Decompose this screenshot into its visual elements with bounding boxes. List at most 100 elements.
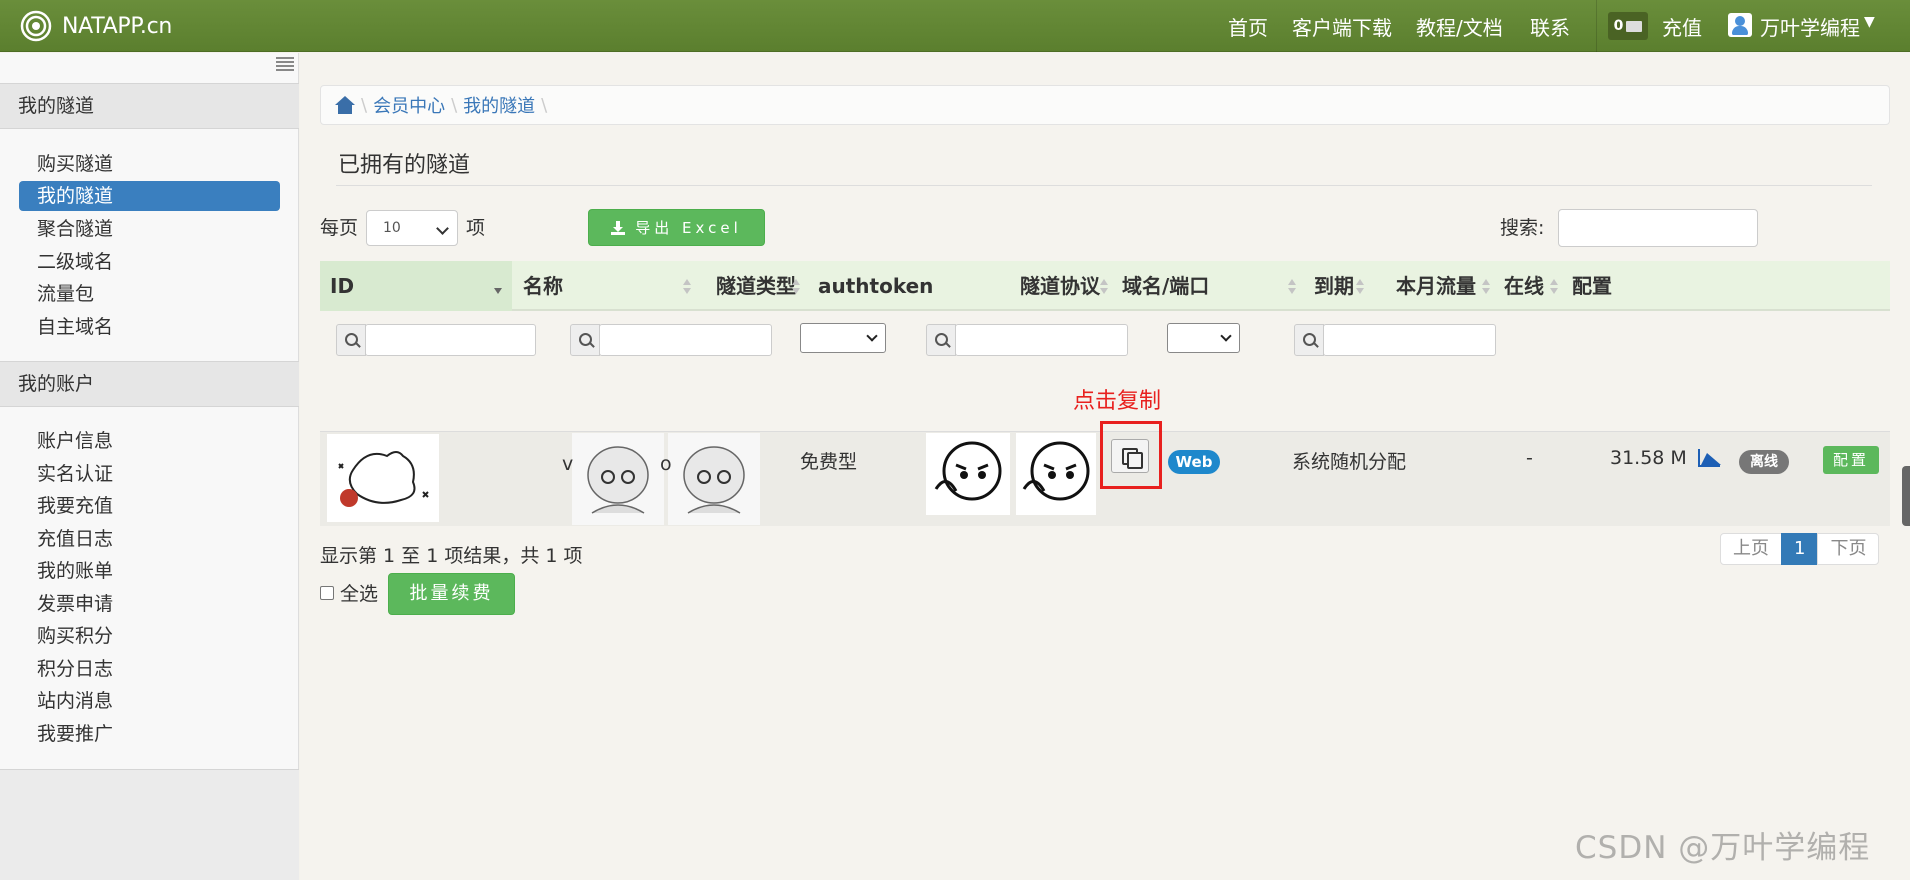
per-page-select[interactable]: 10 [366,210,458,246]
traffic-cell: 31.58 M [1610,447,1687,469]
sticker-image-name-left [572,433,664,525]
column-traffic[interactable]: 本月流量 [1386,261,1494,311]
breadcrumb-my-tunnels[interactable]: 我的隧道 [463,92,535,118]
message-count: 0 [1613,18,1624,34]
sidebar-item-verification[interactable]: 实名认证 [19,459,280,489]
sidebar-item-subdomain[interactable]: 二级域名 [19,247,280,277]
breadcrumb-separator: \ [541,94,548,116]
nav-docs[interactable]: 教程/文档 [1416,12,1503,41]
sidebar-item-buy-points[interactable]: 购买积分 [19,621,280,651]
config-button[interactable]: 配置 [1823,446,1879,474]
column-traffic-label: 本月流量 [1396,274,1476,298]
column-expire[interactable]: 到期 [1304,261,1370,311]
nav-recharge[interactable]: 充值 [1662,12,1702,41]
column-authtoken-label: authtoken [818,274,934,298]
sticker-cat-rose-icon [338,451,429,507]
sidebar-item-messages[interactable]: 站内消息 [19,686,280,716]
sort-desc-icon [494,279,502,295]
filter-name-input[interactable] [599,324,772,356]
search-icon [336,324,366,356]
user-menu[interactable]: 万叶学编程 [1760,12,1860,41]
nav-home[interactable]: 首页 [1228,12,1268,41]
sticker-meme-face-icon [934,441,1002,501]
sidebar-section-tunnels[interactable]: 我的隧道 [0,83,299,129]
table-header: ID 名称 隧道类型 authtoken 隧道协议 域名/端口 到期 本月流量 [320,261,1890,311]
caret-down-icon[interactable]: ▼ [1864,14,1875,30]
sidebar-item-my-tunnels[interactable]: 我的隧道 [19,181,280,211]
sidebar-item-buy-tunnel[interactable]: 购买隧道 [19,149,280,179]
per-page-label: 每页 [320,217,359,239]
page-1-button[interactable]: 1 [1781,533,1819,565]
sidebar-item-account-info[interactable]: 账户信息 [19,426,280,456]
expire-cell: - [1526,447,1533,469]
export-label: 导出 Excel [635,219,742,237]
column-name[interactable]: 名称 [513,261,705,311]
search-input[interactable] [1558,209,1758,247]
nav-contact[interactable]: 联系 [1530,12,1570,41]
breadcrumb-separator: \ [361,94,368,116]
column-expire-label: 到期 [1314,274,1354,298]
sort-icon [1550,279,1558,295]
sort-icon [1288,279,1296,295]
message-badge[interactable]: 0 [1608,12,1648,40]
sidebar-item-recharge[interactable]: 我要充值 [19,491,280,521]
breadcrumb: \ 会员中心 \ 我的隧道 \ [320,85,1890,125]
download-icon [611,220,626,235]
nav-client-download[interactable]: 客户端下载 [1292,12,1392,41]
search-icon [570,324,600,356]
sidebar-item-aggregate-tunnel[interactable]: 聚合隧道 [19,214,280,244]
side-drawer-handle[interactable] [1902,466,1910,526]
sticker-anime-girl-icon [683,446,745,514]
column-online[interactable]: 在线 [1494,261,1560,311]
sidebar-section-account[interactable]: 我的账户 [0,361,299,407]
filter-type-select[interactable] [800,323,886,353]
sticker-anime-girl-icon [587,446,649,514]
select-all[interactable]: 全选 [320,579,378,606]
column-protocol-label: 隧道协议 [1020,274,1100,298]
domain-cell: 系统随机分配 [1292,451,1407,473]
sticker-meme-face-icon [1022,441,1090,501]
column-config-label: 配置 [1572,274,1612,298]
nav-divider [1596,0,1597,52]
copy-icon[interactable] [1111,439,1149,473]
sort-icon [1482,279,1490,295]
filter-domain-input[interactable] [1323,324,1496,356]
area-chart-icon[interactable] [1698,449,1721,467]
sidebar-item-traffic-pack[interactable]: 流量包 [19,279,280,309]
filter-protocol-select[interactable] [1167,323,1240,353]
sidebar-item-recharge-log[interactable]: 充值日志 [19,524,280,554]
sidebar-item-invoice[interactable]: 发票申请 [19,589,280,619]
breadcrumb-member-center[interactable]: 会员中心 [373,92,445,118]
batch-renew-button[interactable]: 批量续费 [388,573,515,615]
column-id[interactable]: ID [320,261,512,311]
column-tunnel-type-label: 隧道类型 [716,274,796,298]
tunnel-type-cell: 免费型 [800,451,858,473]
column-protocol[interactable]: 隧道协议 [1010,261,1110,311]
filter-authtoken-input[interactable] [955,324,1128,356]
export-excel-button[interactable]: 导出 Excel [588,209,765,246]
sidebar-collapse-icon[interactable] [276,57,294,71]
sticker-image-token-right [1016,433,1096,515]
brand-name: NATAPP.cn [62,13,173,39]
sidebar: 我的隧道 购买隧道 我的隧道 聚合隧道 二级域名 流量包 自主域名 我的账户 账… [0,53,299,880]
sidebar-item-custom-domain[interactable]: 自主域名 [19,312,280,342]
brand[interactable]: NATAPP.cn [20,8,172,44]
column-authtoken[interactable]: authtoken [808,261,1008,311]
sort-icon [792,279,800,295]
home-icon[interactable] [335,96,355,114]
sticker-image-name-right [668,433,760,525]
prev-page-button[interactable]: 上页 [1720,533,1782,565]
column-tunnel-type[interactable]: 隧道类型 [706,261,806,311]
natapp-logo-icon [20,10,52,42]
sidebar-item-promotion[interactable]: 我要推广 [19,719,280,749]
sidebar-item-bills[interactable]: 我的账单 [19,556,280,586]
status-badge: 离线 [1739,450,1789,474]
sort-icon [1356,279,1364,295]
filter-id-input[interactable] [365,324,536,356]
sidebar-item-points-log[interactable]: 积分日志 [19,654,280,684]
column-online-label: 在线 [1504,274,1544,298]
column-domain[interactable]: 域名/端口 [1112,261,1302,311]
select-all-checkbox[interactable] [320,585,334,600]
next-page-button[interactable]: 下页 [1817,533,1880,565]
table-info: 显示第 1 至 1 项结果，共 1 项 [320,545,583,567]
